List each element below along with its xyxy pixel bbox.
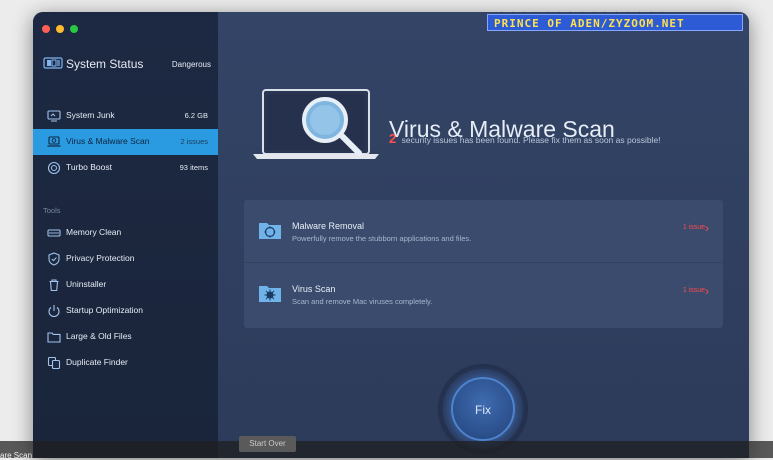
sidebar-item-label: Virus & Malware Scan (66, 136, 150, 146)
row-issue-count: 1 issue (682, 287, 705, 294)
row-title: Virus Scan (292, 284, 336, 294)
sidebar-item-startup-optimization[interactable]: Startup Optimization (33, 298, 218, 324)
sidebar-item-virus-malware-scan[interactable]: Virus & Malware Scan 2 issues (33, 129, 218, 155)
shield-icon (48, 252, 60, 266)
row-title: Malware Removal (292, 221, 365, 231)
folder-icon (47, 332, 61, 343)
monitor-icon (47, 110, 61, 122)
sidebar-item-label: Large & Old Files (66, 331, 132, 341)
issues-message: security issues has been found. Please f… (401, 135, 661, 145)
memory-chip-icon (47, 229, 61, 237)
sidebar-item-label: System Junk (66, 110, 115, 120)
sidebar: System Status Dangerous System Junk 6.2 … (33, 12, 218, 458)
fix-button-label: Fix (475, 403, 491, 417)
malware-folder-icon (259, 223, 281, 239)
trash-icon (49, 279, 59, 292)
sidebar-item-value: 2 issues (180, 137, 208, 146)
sidebar-item-label: Uninstaller (66, 279, 107, 289)
row-description: Scan and remove Mac viruses completely. (292, 297, 433, 306)
laptop-scan-icon (47, 136, 61, 147)
bottom-overlay-bar (0, 441, 773, 458)
sidebar-item-value: 93 items (179, 163, 208, 172)
system-status[interactable]: System Status Dangerous (43, 56, 211, 72)
zoom-button[interactable] (70, 25, 78, 33)
chevron-right-icon[interactable]: › (705, 284, 709, 298)
system-status-title: System Status (66, 57, 144, 71)
sidebar-item-label: Turbo Boost (66, 162, 112, 172)
issues-summary: 2 security issues has been found. Please… (389, 131, 661, 146)
sidebar-item-privacy-protection[interactable]: Privacy Protection (33, 246, 218, 272)
system-status-value: Dangerous (171, 60, 211, 69)
start-over-button[interactable]: Start Over (239, 436, 296, 452)
minimize-button[interactable] (56, 25, 64, 33)
laptop-magnifier-icon (253, 89, 379, 159)
sidebar-item-large-old-files[interactable]: Large & Old Files (33, 324, 218, 350)
watermark-banner: PRINCE OF ADEN/ZYZOOM.NET (487, 14, 743, 31)
sidebar-item-value: 6.2 GB (184, 111, 208, 120)
chevron-right-icon[interactable]: › (705, 221, 709, 235)
bottom-caption: are Scan (0, 451, 33, 460)
sidebar-item-memory-clean[interactable]: Memory Clean (33, 220, 218, 246)
sidebar-item-label: Duplicate Finder (66, 357, 128, 367)
fix-button[interactable]: Fix (451, 377, 515, 441)
sidebar-item-uninstaller[interactable]: Uninstaller (33, 272, 218, 298)
sidebar-item-label: Memory Clean (66, 227, 122, 237)
sidebar-item-duplicate-finder[interactable]: Duplicate Finder (33, 350, 218, 376)
row-description: Powerfully remove the stubborn applicati… (292, 234, 472, 243)
duplicate-files-icon (47, 356, 61, 370)
app-window: System Status Dangerous System Junk 6.2 … (33, 12, 749, 458)
sidebar-item-system-junk[interactable]: System Junk 6.2 GB (33, 103, 218, 129)
sidebar-item-label: Startup Optimization (66, 305, 144, 315)
scan-results-card: Malware Removal Powerfully remove the st… (244, 200, 723, 328)
gauge-icon (47, 161, 61, 175)
close-button[interactable] (42, 25, 50, 33)
system-status-icon (43, 57, 63, 69)
row-issue-count: 1 issue (682, 224, 705, 231)
main-panel: Virus & Malware Scan 2 security issues h… (218, 12, 749, 458)
virus-folder-icon (259, 286, 281, 302)
tools-section-title: Tools (43, 206, 61, 215)
sidebar-item-label: Privacy Protection (66, 253, 135, 263)
window-controls (42, 25, 78, 33)
result-row-virus-scan[interactable]: Virus Scan Scan and remove Mac viruses c… (244, 263, 723, 325)
issue-count: 2 (389, 131, 397, 146)
watermark-text: PRINCE OF ADEN/ZYZOOM.NET (494, 17, 685, 30)
fix-button-ring: Fix (443, 369, 523, 449)
sidebar-item-turbo-boost[interactable]: Turbo Boost 93 items (33, 155, 218, 181)
result-row-malware-removal[interactable]: Malware Removal Powerfully remove the st… (244, 200, 723, 263)
power-icon (48, 305, 60, 318)
